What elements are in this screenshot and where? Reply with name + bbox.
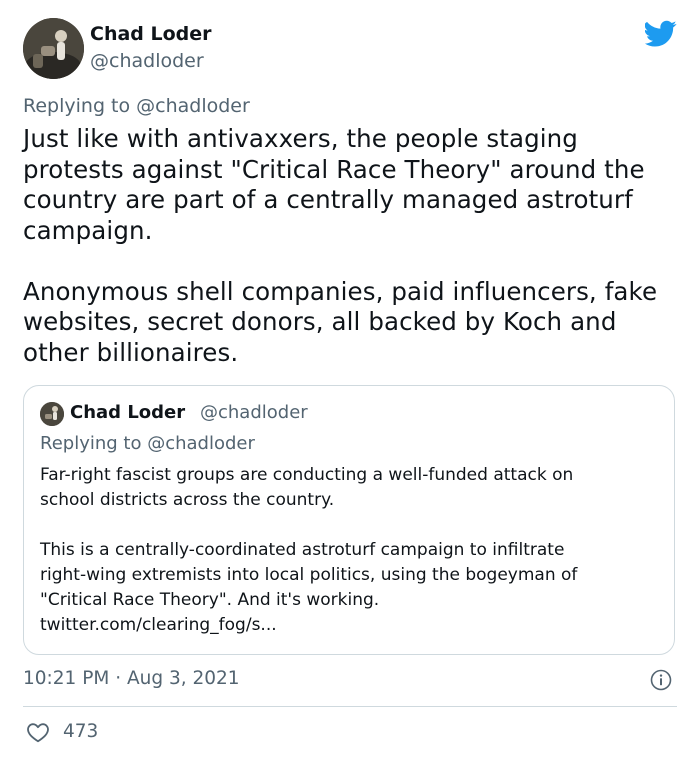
heart-icon[interactable] <box>26 721 50 743</box>
divider <box>23 706 677 707</box>
info-icon[interactable] <box>650 669 672 691</box>
author-name[interactable]: Chad Loder <box>90 23 212 45</box>
author-handle[interactable]: @chadloder <box>90 50 204 72</box>
replying-mention-link[interactable]: @chadloder <box>136 95 250 117</box>
replying-prefix: Replying to <box>23 95 137 117</box>
twitter-bird-icon[interactable] <box>645 20 677 48</box>
quoted-author-avatar <box>40 402 64 426</box>
quoted-tweet-card[interactable]: Chad Loder @chadloder Replying to @chadl… <box>23 385 675 655</box>
quoted-tweet-text: Far-right fascist groups are conducting … <box>40 465 578 635</box>
quoted-replying-prefix: Replying to <box>40 433 148 454</box>
like-count: 473 <box>63 721 99 742</box>
tweet-text: Just like with antivaxxers, the people s… <box>23 124 658 367</box>
avatar-image <box>23 18 84 79</box>
quoted-avatar-image <box>40 402 64 426</box>
quoted-author-handle: @chadloder <box>200 402 308 423</box>
quoted-replying-mention: @chadloder <box>147 433 255 454</box>
replying-to-line: Replying to @chadloder <box>23 95 250 117</box>
quoted-replying-to-line: Replying to @chadloder <box>40 433 255 454</box>
tweet-timestamp[interactable]: 10:21 PM · Aug 3, 2021 <box>23 668 240 689</box>
author-avatar[interactable] <box>23 18 84 79</box>
quoted-author-name: Chad Loder <box>70 402 186 423</box>
